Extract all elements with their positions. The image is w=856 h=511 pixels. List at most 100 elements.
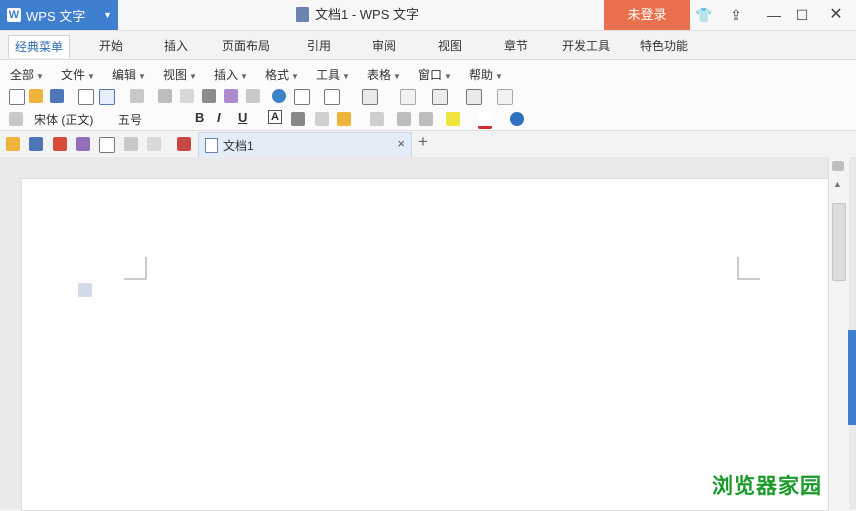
char-border-button[interactable]: A <box>268 110 282 124</box>
menu-file-label: 文件 <box>61 68 86 82</box>
print-preview-icon[interactable] <box>99 137 115 153</box>
hyperlink-icon[interactable] <box>272 89 286 103</box>
help-doc-icon[interactable] <box>99 89 115 105</box>
skin-shirt-icon[interactable]: 👕 <box>694 0 714 30</box>
font-style-icon[interactable] <box>9 112 23 126</box>
caret-down-icon: ▼ <box>103 10 112 20</box>
document-icon <box>205 138 218 153</box>
close-tab-icon[interactable]: × <box>397 136 405 151</box>
wps-app-menu-button[interactable]: W WPS 文字 ▼ <box>0 0 118 30</box>
save-icon[interactable] <box>50 89 64 103</box>
menu-view[interactable]: 视图 ▼ <box>163 66 197 83</box>
copy-icon[interactable] <box>180 89 194 103</box>
close-icon[interactable]: ✕ <box>826 0 846 30</box>
menu-tools[interactable]: 工具 ▼ <box>316 66 350 83</box>
format-painter-icon[interactable] <box>224 89 238 103</box>
tab-features[interactable]: 特色功能 <box>634 35 694 57</box>
new-doc-icon[interactable] <box>9 89 25 105</box>
tab-developer[interactable]: 开发工具 <box>556 35 616 57</box>
tab-reference[interactable]: 引用 <box>301 35 337 57</box>
cut-icon[interactable] <box>158 89 172 103</box>
menu-window[interactable]: 窗口 ▼ <box>418 66 452 83</box>
menu-table-label: 表格 <box>367 68 392 82</box>
tab-review[interactable]: 审阅 <box>366 35 402 57</box>
document-tab-label: 文档1 <box>223 139 254 153</box>
document-tab[interactable]: 文档1 × <box>198 132 412 157</box>
document-icon <box>296 7 309 22</box>
login-button[interactable]: 未登录 <box>604 0 690 30</box>
open-folder-icon[interactable] <box>29 89 43 103</box>
document-page[interactable] <box>21 178 829 511</box>
font-size-select[interactable]: 五号 <box>118 111 142 128</box>
paste-icon[interactable] <box>202 89 216 103</box>
print-icon[interactable] <box>76 137 90 151</box>
border-icon[interactable] <box>294 89 310 105</box>
bold-button[interactable]: B <box>195 110 204 125</box>
maximize-icon[interactable]: ☐ <box>792 0 812 30</box>
unknown-icon[interactable] <box>432 89 448 105</box>
tab-page-layout[interactable]: 页面布局 <box>216 35 276 57</box>
menu-edit-label: 编辑 <box>112 68 137 82</box>
open-folder-icon[interactable] <box>6 137 20 151</box>
menu-all[interactable]: 全部 ▼ <box>10 66 44 83</box>
menu-insert-label: 插入 <box>214 68 239 82</box>
tab-classic-menu[interactable]: 经典菜单 <box>8 35 71 58</box>
italic-button[interactable]: I <box>217 110 221 125</box>
print-preview-icon[interactable] <box>78 89 94 105</box>
title-bar: W WPS 文字 ▼ 文档1 - WPS 文字 未登录 👕 ⇪ — ☐ ✕ <box>0 0 856 31</box>
unknown-icon[interactable] <box>362 89 378 105</box>
menu-format[interactable]: 格式 ▼ <box>265 66 299 83</box>
font-name-select[interactable]: 宋体 (正文) <box>34 111 93 128</box>
side-panel-tab[interactable] <box>848 330 856 425</box>
upload-icon[interactable]: ⇪ <box>726 0 746 30</box>
insert-table-icon[interactable] <box>324 89 340 105</box>
tab-view[interactable]: 视图 <box>432 35 468 57</box>
align-center-icon[interactable] <box>370 112 384 126</box>
help-icon[interactable] <box>510 112 524 126</box>
redo-icon[interactable] <box>147 137 161 151</box>
menu-file[interactable]: 文件 ▼ <box>61 66 95 83</box>
app-name: WPS 文字 <box>26 8 86 24</box>
highlight-icon[interactable] <box>446 112 460 126</box>
margin-corner-top-right <box>737 257 760 280</box>
align-left-icon[interactable] <box>315 112 329 126</box>
scrollbar-thumb[interactable] <box>832 203 846 281</box>
menu-help[interactable]: 帮助 ▼ <box>469 66 503 83</box>
menu-insert[interactable]: 插入 ▼ <box>214 66 248 83</box>
menu-help-label: 帮助 <box>469 68 494 82</box>
new-tab-button[interactable]: + <box>418 132 428 152</box>
tab-start[interactable]: 开始 <box>93 35 129 57</box>
undo-icon[interactable] <box>246 89 260 103</box>
spellcheck-icon[interactable] <box>130 89 144 103</box>
increase-indent-icon[interactable] <box>419 112 433 126</box>
menu-window-label: 窗口 <box>418 68 443 82</box>
tab-chapter[interactable]: 章节 <box>498 35 534 57</box>
menu-edit[interactable]: 编辑 ▼ <box>112 66 146 83</box>
export-pdf-icon[interactable] <box>53 137 67 151</box>
pin-icon[interactable] <box>177 137 191 151</box>
paste-options-icon[interactable] <box>78 283 92 297</box>
vertical-scrollbar[interactable]: ▲ <box>828 157 849 509</box>
decrease-indent-icon[interactable] <box>397 112 411 126</box>
minimize-icon[interactable]: — <box>764 0 784 30</box>
undo-icon[interactable] <box>124 137 138 151</box>
tab-insert[interactable]: 插入 <box>158 35 194 57</box>
document-tab-bar: 文档1 × <box>0 130 856 157</box>
unknown-icon[interactable] <box>466 89 482 105</box>
save-icon[interactable] <box>29 137 43 151</box>
ribbon-tabs: 经典菜单 开始 插入 页面布局 引用 审阅 视图 章节 开发工具 特色功能 <box>0 31 856 59</box>
line-spacing-icon[interactable] <box>337 112 351 126</box>
margin-corner-top-left <box>124 257 147 280</box>
document-workspace <box>0 157 856 511</box>
scroll-up-icon[interactable]: ▲ <box>833 179 842 189</box>
split-view-icon[interactable] <box>832 161 844 171</box>
wps-logo-icon: W <box>7 8 21 22</box>
unknown-icon[interactable] <box>400 89 416 105</box>
underline-button[interactable]: U <box>238 110 247 125</box>
menu-format-label: 格式 <box>265 68 290 82</box>
unknown-icon[interactable] <box>497 89 513 105</box>
char-shading-icon[interactable] <box>291 112 305 126</box>
menu-table[interactable]: 表格 ▼ <box>367 66 401 83</box>
menu-view-label: 视图 <box>163 68 188 82</box>
font-color-icon[interactable] <box>478 112 492 129</box>
